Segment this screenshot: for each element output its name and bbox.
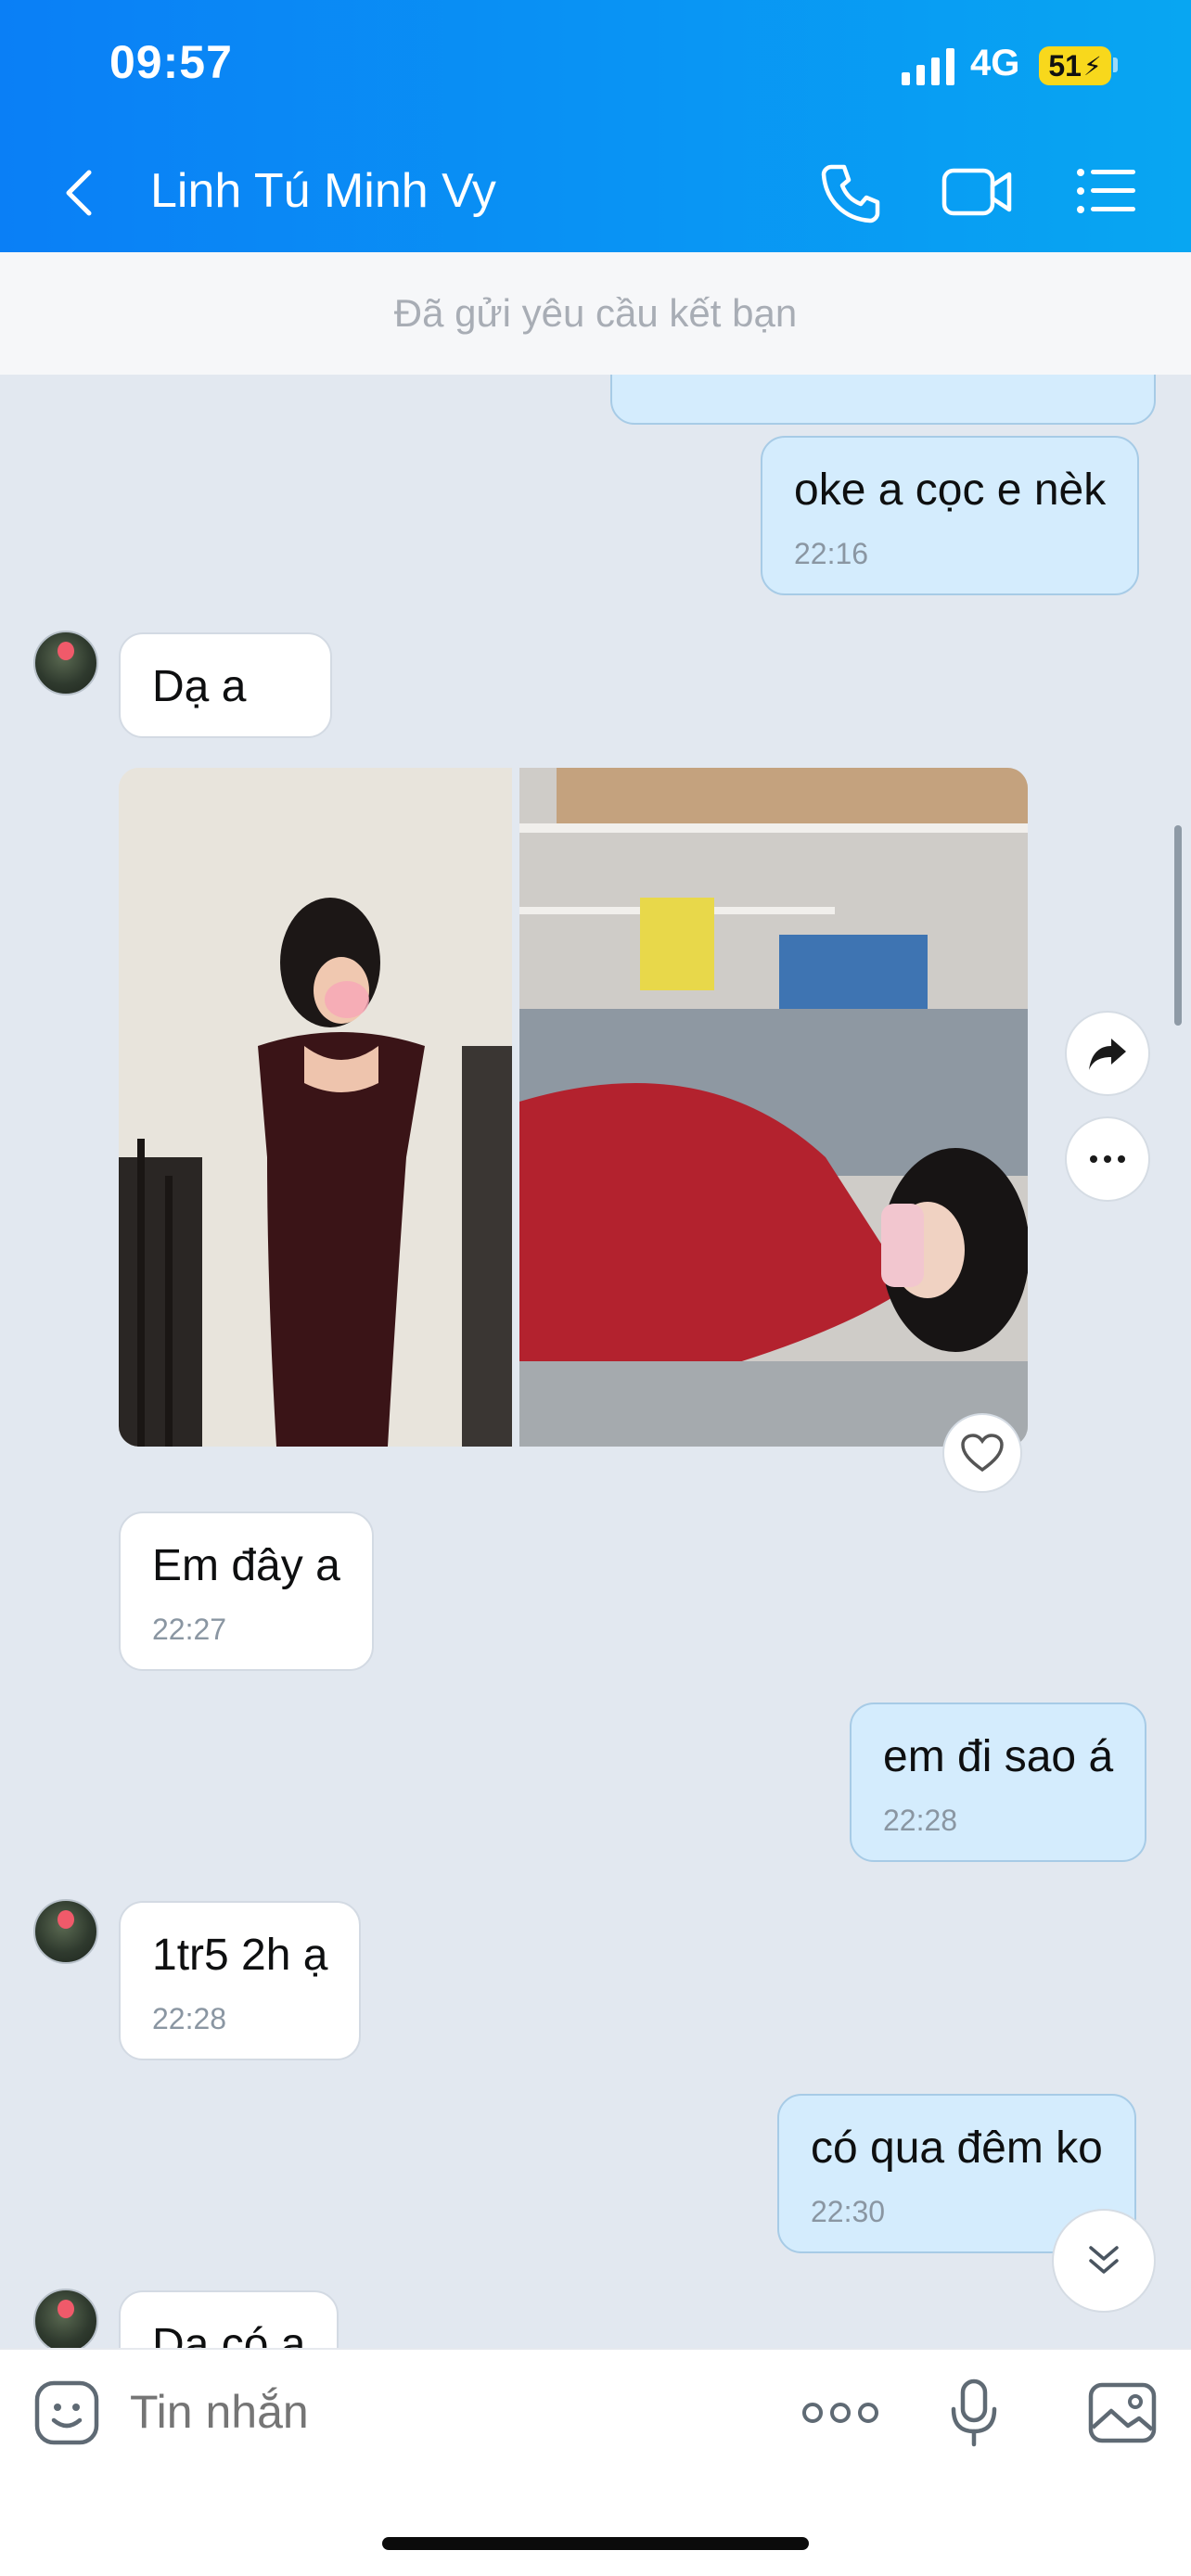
message-bubble-out[interactable]: em đi sao á 22:28 [850, 1702, 1147, 1862]
message-input[interactable] [130, 2379, 686, 2444]
network-type: 4G [970, 43, 1020, 83]
phone-icon[interactable] [816, 159, 883, 226]
home-indicator [382, 2537, 809, 2550]
message-time: 22:28 [152, 2001, 227, 2035]
signal-strength-icon [902, 48, 954, 85]
message-text: 1tr5 2h ạ [152, 1931, 328, 1980]
message-time: 22:27 [152, 1612, 227, 1646]
list-menu-icon[interactable] [1076, 167, 1137, 215]
avatar[interactable] [33, 1899, 98, 1964]
more-horizontal-icon[interactable] [801, 2400, 879, 2426]
message-text: Dạ có a [152, 2320, 306, 2348]
battery-tip [1113, 57, 1118, 72]
photo-content [119, 768, 512, 1447]
double-chevron-down-icon[interactable] [1052, 2209, 1156, 2313]
charging-bolt-icon: ⚡ [1082, 51, 1102, 81]
photo-content [519, 768, 1028, 1447]
message-text: Em đây a [152, 1541, 340, 1590]
message-bubble-in[interactable]: 1tr5 2h ạ 22:28 [119, 1901, 362, 2060]
message-text: có qua đêm ko [811, 2123, 1103, 2173]
status-time: 09:57 [109, 36, 233, 88]
friend-request-banner: Đã gửi yêu cầu kết bạn [0, 252, 1191, 375]
more-dots-icon[interactable] [1065, 1116, 1150, 1202]
chevron-left-icon[interactable] [61, 167, 98, 219]
contact-name[interactable]: Linh Tú Minh Vy [150, 163, 496, 219]
message-bubble-out[interactable]: oke a cọc e nèk 22:16 [761, 436, 1140, 595]
message-time: 22:28 [883, 1803, 958, 1837]
battery-level: 51 [1048, 48, 1082, 83]
message-time: 22:30 [811, 2194, 886, 2228]
heart-icon[interactable] [942, 1413, 1022, 1493]
message-bubble-in[interactable]: Em đây a 22:27 [119, 1511, 374, 1671]
message-bubble-partial[interactable] [610, 375, 1156, 425]
video-camera-icon[interactable] [941, 163, 1015, 221]
message-text: em đi sao á [883, 1732, 1114, 1781]
message-text: oke a cọc e nèk [794, 465, 1107, 515]
scrollbar[interactable] [1174, 825, 1182, 1026]
share-arrow-icon[interactable] [1065, 1011, 1150, 1096]
chat-area[interactable]: oke a cọc e nèk 22:16 Dạ a Em đây a 22:2… [0, 375, 1191, 2348]
sticker-smile-icon[interactable] [33, 2379, 100, 2446]
battery-indicator: 51 ⚡ [1039, 46, 1111, 85]
avatar[interactable] [33, 631, 98, 695]
photo-attachment[interactable] [119, 768, 512, 1447]
message-text: Dạ a [152, 662, 247, 711]
image-icon[interactable] [1087, 2381, 1158, 2444]
message-bubble-in[interactable]: Dạ a [119, 632, 332, 738]
avatar[interactable] [33, 2289, 98, 2348]
microphone-icon[interactable] [948, 2378, 1000, 2448]
message-bubble-in[interactable]: Dạ có a [119, 2290, 339, 2348]
message-time: 22:16 [794, 536, 869, 570]
photo-attachment[interactable] [519, 768, 1028, 1447]
